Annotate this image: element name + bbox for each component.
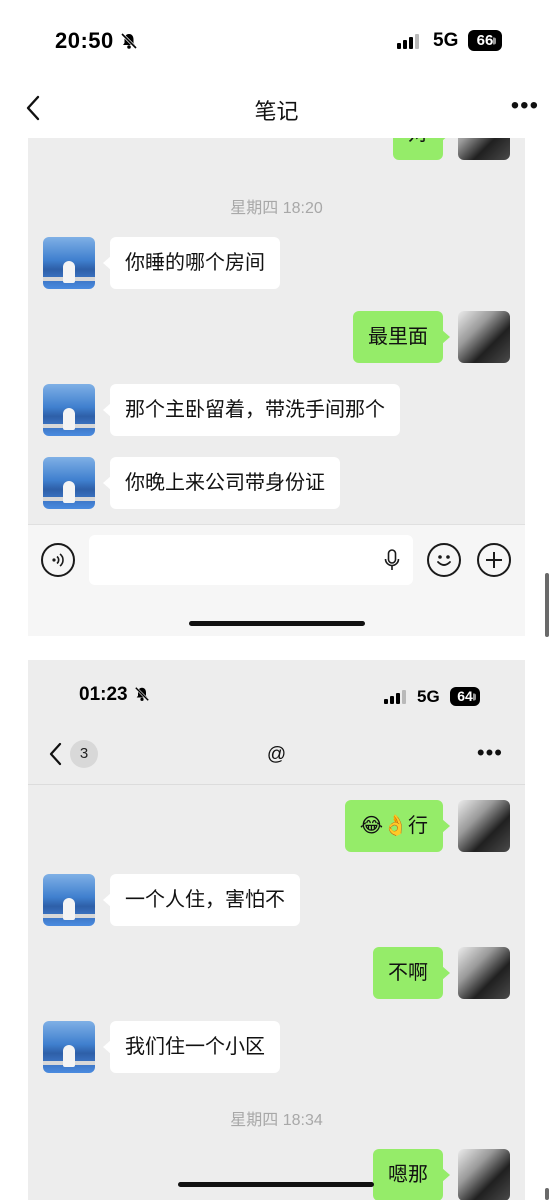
message-row: 你晚上来公司带身份证 [28, 457, 525, 509]
battery-icon: 66 [468, 30, 502, 51]
avatar-self[interactable] [458, 947, 510, 999]
message-bubble-received[interactable]: 你晚上来公司带身份证 [103, 457, 340, 509]
chat-area[interactable]: 😂👌行 一个人住，害怕不 不啊 我们住一个小区 星期四 18:34 嗯那 [28, 785, 525, 1200]
message-row: 我们住一个小区 [28, 1021, 525, 1073]
bell-slash-icon [120, 30, 138, 56]
avatar-contact[interactable] [43, 384, 95, 436]
second-screenshot-header: 01:23 5G 64 3 @ ••• [28, 660, 525, 785]
more-icon[interactable]: ••• [477, 740, 503, 766]
chat-header: 笔记 ••• [0, 80, 553, 138]
chat-title: @ [266, 744, 287, 765]
avatar-self[interactable] [458, 1149, 510, 1200]
battery-level: 66 [476, 32, 494, 49]
status-time: 20:50 [55, 28, 138, 56]
avatar-contact[interactable] [43, 457, 95, 509]
message-row: 😂👌行 [28, 800, 525, 852]
message-bubble-sent[interactable]: 最里面 [353, 311, 450, 363]
message-bubble-sent[interactable]: 😂👌行 [344, 800, 451, 852]
avatar-contact[interactable] [43, 1021, 95, 1073]
status-bar: 20:50 5G 66 [0, 0, 553, 80]
message-bubble-sent[interactable]: 对 [393, 138, 450, 160]
status-time: 01:23 [79, 684, 150, 708]
battery-icon: 64 [450, 687, 480, 706]
avatar-contact[interactable] [43, 874, 95, 926]
bell-slash-icon [134, 686, 150, 708]
message-row: 对 [28, 138, 525, 160]
message-row: 嗯那 [28, 1149, 525, 1200]
message-bubble-received[interactable]: 你睡的哪个房间 [103, 237, 280, 289]
battery-level: 64 [457, 688, 473, 704]
message-bubble-received[interactable]: 一个人住，害怕不 [103, 874, 300, 926]
timestamp: 星期四 18:34 [230, 1112, 323, 1129]
avatar-self[interactable] [458, 800, 510, 852]
message-row: 不啊 [28, 947, 525, 999]
status-time-text: 20:50 [55, 28, 114, 53]
timestamp: 星期四 18:20 [230, 200, 323, 217]
signal-icon [397, 34, 419, 49]
scrollbar[interactable] [545, 573, 549, 637]
screenshot-composite: 20:50 5G 66 笔记 ••• 对 星期四 18:20 你睡的哪个房间 最… [0, 0, 553, 1200]
avatar-self[interactable] [458, 138, 510, 160]
home-indicator [178, 1182, 374, 1187]
message-bubble-received[interactable]: 我们住一个小区 [103, 1021, 280, 1073]
message-row: 你睡的哪个房间 [28, 237, 525, 289]
input-bar [28, 524, 525, 636]
voice-icon[interactable] [41, 543, 75, 577]
message-bubble-sent[interactable]: 不啊 [373, 947, 450, 999]
message-bubble-received[interactable]: 那个主卧留着，带洗手间那个 [103, 384, 400, 436]
network-label: 5G [417, 687, 440, 706]
message-bubble-sent[interactable]: 嗯那 [373, 1149, 450, 1200]
message-row: 那个主卧留着，带洗手间那个 [28, 384, 525, 436]
chat-area[interactable]: 对 星期四 18:20 你睡的哪个房间 最里面 那个主卧留着，带洗手间那个 你晚… [28, 138, 525, 524]
more-icon[interactable]: ••• [511, 92, 539, 120]
message-input[interactable] [89, 535, 413, 585]
avatar-self[interactable] [458, 311, 510, 363]
avatar-contact[interactable] [43, 237, 95, 289]
plus-icon[interactable] [477, 543, 511, 577]
home-indicator [189, 621, 365, 626]
scrollbar[interactable] [545, 1188, 549, 1200]
message-row: 一个人住，害怕不 [28, 874, 525, 926]
chat-title: 笔记 [254, 99, 299, 124]
emoji-icon[interactable] [427, 543, 461, 577]
network-label: 5G [433, 30, 459, 51]
message-row: 最里面 [28, 311, 525, 363]
microphone-icon[interactable] [383, 548, 401, 577]
status-time-text: 01:23 [79, 684, 128, 705]
signal-icon [384, 690, 406, 704]
